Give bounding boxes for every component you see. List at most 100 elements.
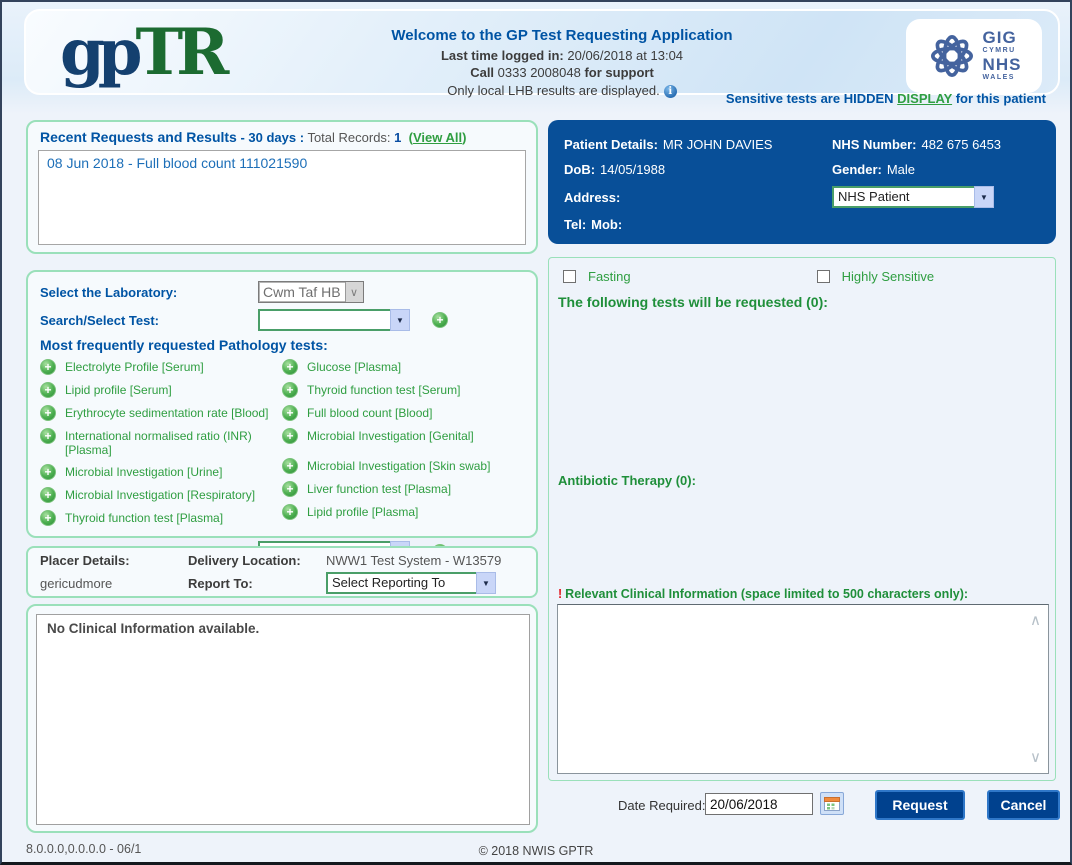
total-records-label: Total Records:: [307, 130, 390, 145]
view-all-wrap: (View All): [405, 130, 466, 145]
add-test-icon[interactable]: [40, 359, 56, 375]
calendar-button[interactable]: [820, 792, 844, 815]
test-item-label[interactable]: Lipid profile [Serum]: [65, 382, 172, 397]
test-item[interactable]: Electrolyte Profile [Serum]: [40, 359, 282, 375]
tel-mob-cell: Tel: Mob:: [564, 212, 832, 237]
patient-details-panel: Patient Details: MR JOHN DAVIES NHS Numb…: [548, 120, 1056, 244]
fasting-checkbox[interactable]: [563, 270, 576, 283]
test-item[interactable]: Microbial Investigation [Genital]: [282, 428, 524, 444]
highly-sensitive-checkbox[interactable]: [817, 270, 830, 283]
relevant-clinical-info-label: !Relevant Clinical Information (space li…: [558, 587, 968, 601]
frequent-tests-right-column: Glucose [Plasma] Thyroid function test […: [282, 359, 524, 533]
add-test-icon[interactable]: [282, 504, 298, 520]
address-label: Address:: [564, 190, 620, 205]
test-item[interactable]: Microbial Investigation [Skin swab]: [282, 458, 524, 474]
frequent-tests-left-column: Electrolyte Profile [Serum] Lipid profil…: [40, 359, 282, 533]
add-test-icon[interactable]: [282, 405, 298, 421]
nhs-logo-wales: WALES: [983, 74, 1022, 81]
nhs-celtic-knot-icon: [927, 31, 977, 81]
patient-name-value: MR JOHN DAVIES: [663, 137, 773, 152]
test-item[interactable]: Liver function test [Plasma]: [282, 481, 524, 497]
test-item-label[interactable]: Glucose [Plasma]: [307, 359, 401, 374]
add-test-icon[interactable]: [40, 405, 56, 421]
add-test-icon[interactable]: [40, 510, 56, 526]
chevron-down-icon[interactable]: [390, 309, 410, 331]
report-to-select[interactable]: Select Reporting To: [326, 572, 524, 594]
test-item[interactable]: Erythrocyte sedimentation rate [Blood]: [40, 405, 282, 421]
nhs-logo-text: GIG CYMRU NHS WALES: [983, 29, 1022, 83]
patient-name-cell: Patient Details: MR JOHN DAVIES: [564, 132, 832, 157]
calendar-icon: [824, 796, 840, 811]
test-item[interactable]: Microbial Investigation [Urine]: [40, 464, 282, 480]
add-test-icon[interactable]: [40, 487, 56, 503]
test-item-label[interactable]: Full blood count [Blood]: [307, 405, 432, 420]
test-item-label[interactable]: Microbial Investigation [Skin swab]: [307, 458, 490, 473]
recent-days: - 30 days :: [240, 130, 304, 145]
date-required-input[interactable]: [705, 793, 813, 815]
test-item[interactable]: International normalised ratio (INR) [Pl…: [40, 428, 282, 457]
test-item-label[interactable]: Thyroid function test [Serum]: [307, 382, 460, 397]
nhs-number-cell: NHS Number: 482 675 6453: [832, 132, 1040, 157]
search-test-input[interactable]: [258, 309, 390, 331]
placer-user-value: gericudmore: [40, 576, 188, 591]
clinical-info-textarea[interactable]: ∧ ∨: [557, 604, 1049, 774]
test-item[interactable]: Lipid profile [Serum]: [40, 382, 282, 398]
recent-requests-header: Recent Requests and Results - 30 days : …: [28, 122, 536, 150]
test-item[interactable]: Microbial Investigation [Respiratory]: [40, 487, 282, 503]
cancel-button[interactable]: Cancel: [987, 790, 1060, 820]
recent-result-item[interactable]: 08 Jun 2018 - Full blood count 111021590: [39, 151, 525, 175]
test-item-label[interactable]: Erythrocyte sedimentation rate [Blood]: [65, 405, 268, 420]
test-item[interactable]: Thyroid function test [Plasma]: [40, 510, 282, 526]
test-item[interactable]: Lipid profile [Plasma]: [282, 504, 524, 520]
test-item-label[interactable]: Microbial Investigation [Genital]: [307, 428, 474, 443]
test-item[interactable]: Full blood count [Blood]: [282, 405, 524, 421]
recent-requests-panel: Recent Requests and Results - 30 days : …: [26, 120, 538, 254]
test-item-label[interactable]: Thyroid function test [Plasma]: [65, 510, 223, 525]
view-all-close: ): [462, 130, 466, 145]
tel-label: Tel:: [564, 217, 586, 232]
laboratory-value: Cwm Taf HB: [259, 282, 345, 302]
support-suffix: for support: [584, 65, 653, 80]
patient-type-value: NHS Patient: [832, 186, 974, 208]
add-test-icon[interactable]: [282, 359, 298, 375]
test-item-label[interactable]: Microbial Investigation [Respiratory]: [65, 487, 255, 502]
add-test-icon[interactable]: [40, 428, 56, 444]
mob-label: Mob:: [591, 217, 622, 232]
request-button[interactable]: Request: [875, 790, 965, 820]
add-test-icon[interactable]: [282, 458, 298, 474]
test-item-label[interactable]: International normalised ratio (INR) [Pl…: [65, 428, 265, 457]
chevron-down-icon[interactable]: [974, 186, 994, 208]
recent-results-list[interactable]: 08 Jun 2018 - Full blood count 111021590: [38, 150, 526, 245]
add-test-icon[interactable]: [432, 312, 448, 328]
add-test-icon[interactable]: [282, 428, 298, 444]
test-item-label[interactable]: Liver function test [Plasma]: [307, 481, 451, 496]
info-icon[interactable]: [664, 85, 677, 98]
add-test-icon[interactable]: [282, 481, 298, 497]
patient-type-cell: NHS Patient: [832, 182, 1040, 212]
view-all-link[interactable]: View All: [413, 130, 462, 145]
dob-cell: DoB: 14/05/1988: [564, 157, 832, 182]
test-item[interactable]: Thyroid function test [Serum]: [282, 382, 524, 398]
test-item[interactable]: Glucose [Plasma]: [282, 359, 524, 375]
fasting-option: Fasting: [563, 269, 631, 284]
add-test-icon[interactable]: [40, 464, 56, 480]
chevron-down-disabled-icon: [345, 282, 363, 302]
delivery-location-value: NWW1 Test System - W13579: [326, 553, 524, 568]
test-item-label[interactable]: Electrolyte Profile [Serum]: [65, 359, 204, 374]
patient-type-select[interactable]: NHS Patient: [832, 186, 994, 208]
add-test-icon[interactable]: [40, 382, 56, 398]
highly-sensitive-option: Highly Sensitive: [817, 269, 935, 284]
frequent-tests-list: Electrolyte Profile [Serum] Lipid profil…: [40, 359, 524, 533]
clinical-information-panel: No Clinical Information available.: [26, 604, 538, 833]
scroll-up-icon[interactable]: ∧: [1030, 613, 1041, 628]
test-item-label[interactable]: Microbial Investigation [Urine]: [65, 464, 222, 479]
scroll-down-icon[interactable]: ∨: [1030, 750, 1041, 765]
chevron-down-icon[interactable]: [476, 572, 496, 594]
gptr-logo: gpTR: [60, 13, 222, 93]
display-sensitive-link[interactable]: DISPLAY: [897, 91, 952, 106]
test-item-label[interactable]: Lipid profile [Plasma]: [307, 504, 418, 519]
search-test-combobox[interactable]: [258, 309, 410, 331]
add-test-icon[interactable]: [282, 382, 298, 398]
gender-value: Male: [887, 162, 915, 177]
dob-value: 14/05/1988: [600, 162, 665, 177]
